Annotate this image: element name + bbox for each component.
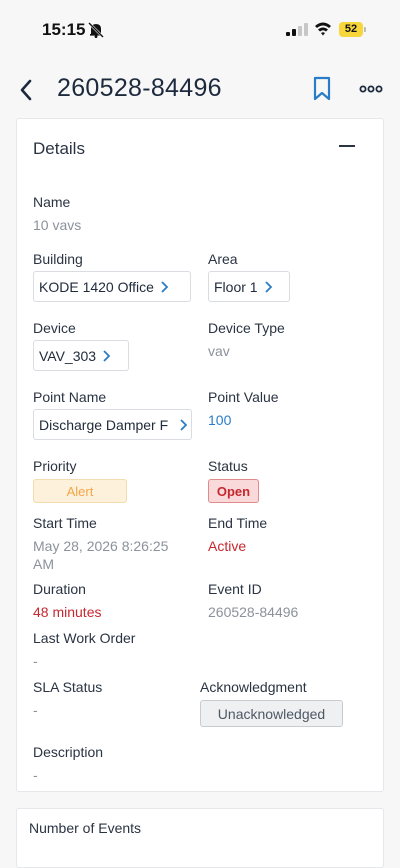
device-label: Device — [33, 320, 76, 336]
area-field: Area — [208, 251, 238, 267]
building-field: Building — [33, 251, 83, 267]
area-label: Area — [208, 251, 238, 267]
start-time-label: Start Time — [33, 515, 97, 531]
chevron-right-icon — [161, 280, 168, 293]
chevron-left-icon — [20, 79, 32, 101]
device-type-field: Device Type vav — [208, 320, 285, 360]
end-time-label: End Time — [208, 515, 268, 531]
page-header: 260528-84496 — [0, 68, 400, 112]
point-value-label: Point Value — [208, 389, 279, 405]
device-type-value: vav — [208, 343, 230, 359]
chevron-right-icon — [103, 349, 111, 362]
point-value-value[interactable]: 100 — [208, 411, 279, 429]
building-value: KODE 1420 Office — [39, 278, 154, 295]
battery-level: 52 — [339, 22, 363, 37]
chevron-right-icon — [264, 280, 272, 293]
area-value: Floor 1 — [214, 278, 258, 295]
last-work-order-value: - — [33, 653, 38, 669]
duration-value: 48 minutes — [33, 604, 102, 620]
name-value: 10 vavs — [33, 217, 82, 233]
sla-status-value: - — [33, 702, 38, 718]
description-value: - — [33, 767, 38, 783]
minus-icon — [339, 145, 355, 147]
events-card-title: Number of Events — [29, 820, 142, 836]
acknowledgment-badge[interactable]: Unacknowledged — [200, 700, 343, 727]
end-time-field: End Time Active — [208, 515, 267, 555]
building-label: Building — [33, 251, 83, 267]
start-time-value: May 28, 2026 8:26:25 — [33, 538, 169, 554]
details-title: Details — [33, 139, 85, 158]
start-time-value-line2: AM — [33, 556, 54, 572]
point-name-label: Point Name — [33, 389, 107, 405]
device-type-label: Device Type — [208, 320, 285, 336]
wifi-icon — [315, 22, 331, 36]
details-card: Details Name 10 vavs Building KODE 1420 … — [16, 118, 384, 792]
status-field: Status — [208, 458, 248, 474]
building-link[interactable]: KODE 1420 Office — [33, 271, 191, 302]
priority-label: Priority — [33, 458, 77, 474]
description-field: Description - — [33, 744, 103, 784]
duration-field: Duration 48 minutes — [33, 581, 101, 621]
start-time-field: Start Time May 28, 2026 8:26:25 AM — [33, 515, 168, 573]
back-button[interactable] — [14, 76, 38, 104]
device-field: Device — [33, 320, 76, 336]
acknowledgment-field: Acknowledgment — [200, 679, 307, 695]
point-name-field: Point Name — [33, 389, 106, 405]
point-name-link[interactable]: Discharge Damper F — [33, 409, 192, 440]
events-card: Number of Events — [16, 808, 384, 868]
event-id-label: Event ID — [208, 581, 262, 597]
battery-icon: 52 — [339, 22, 367, 37]
collapse-button[interactable] — [333, 133, 361, 159]
event-id-value: 260528-84496 — [208, 604, 299, 620]
more-dots-icon[interactable] — [358, 80, 384, 98]
chevron-right-icon — [180, 418, 187, 431]
status-label: Status — [208, 458, 248, 474]
status-bar: 15:15 52 — [0, 0, 400, 58]
name-label: Name — [33, 194, 71, 210]
device-link[interactable]: VAV_303 — [33, 340, 129, 371]
bookmark-icon[interactable] — [311, 76, 333, 102]
cell-signal-icon — [286, 23, 308, 36]
point-name-value: Discharge Damper F — [39, 416, 169, 433]
duration-label: Duration — [33, 581, 86, 597]
sla-status-label: SLA Status — [33, 679, 103, 695]
event-id-field: Event ID 260528-84496 — [208, 581, 298, 621]
last-work-order-label: Last Work Order — [33, 630, 136, 646]
device-value: VAV_303 — [39, 347, 97, 364]
area-link[interactable]: Floor 1 — [208, 271, 290, 302]
description-label: Description — [33, 744, 104, 760]
name-field: Name 10 vavs — [33, 194, 81, 234]
point-value-field: Point Value 100 — [208, 389, 279, 429]
bell-slash-icon — [88, 22, 104, 38]
sla-status-field: SLA Status - — [33, 679, 102, 719]
priority-field: Priority — [33, 458, 77, 474]
last-work-order-field: Last Work Order - — [33, 630, 135, 670]
priority-badge: Alert — [33, 479, 127, 503]
end-time-value: Active — [208, 538, 247, 554]
status-time: 15:15 — [42, 20, 86, 39]
status-badge: Open — [208, 479, 259, 503]
page-title: 260528-84496 — [57, 74, 222, 102]
acknowledgment-label: Acknowledgment — [200, 679, 307, 695]
